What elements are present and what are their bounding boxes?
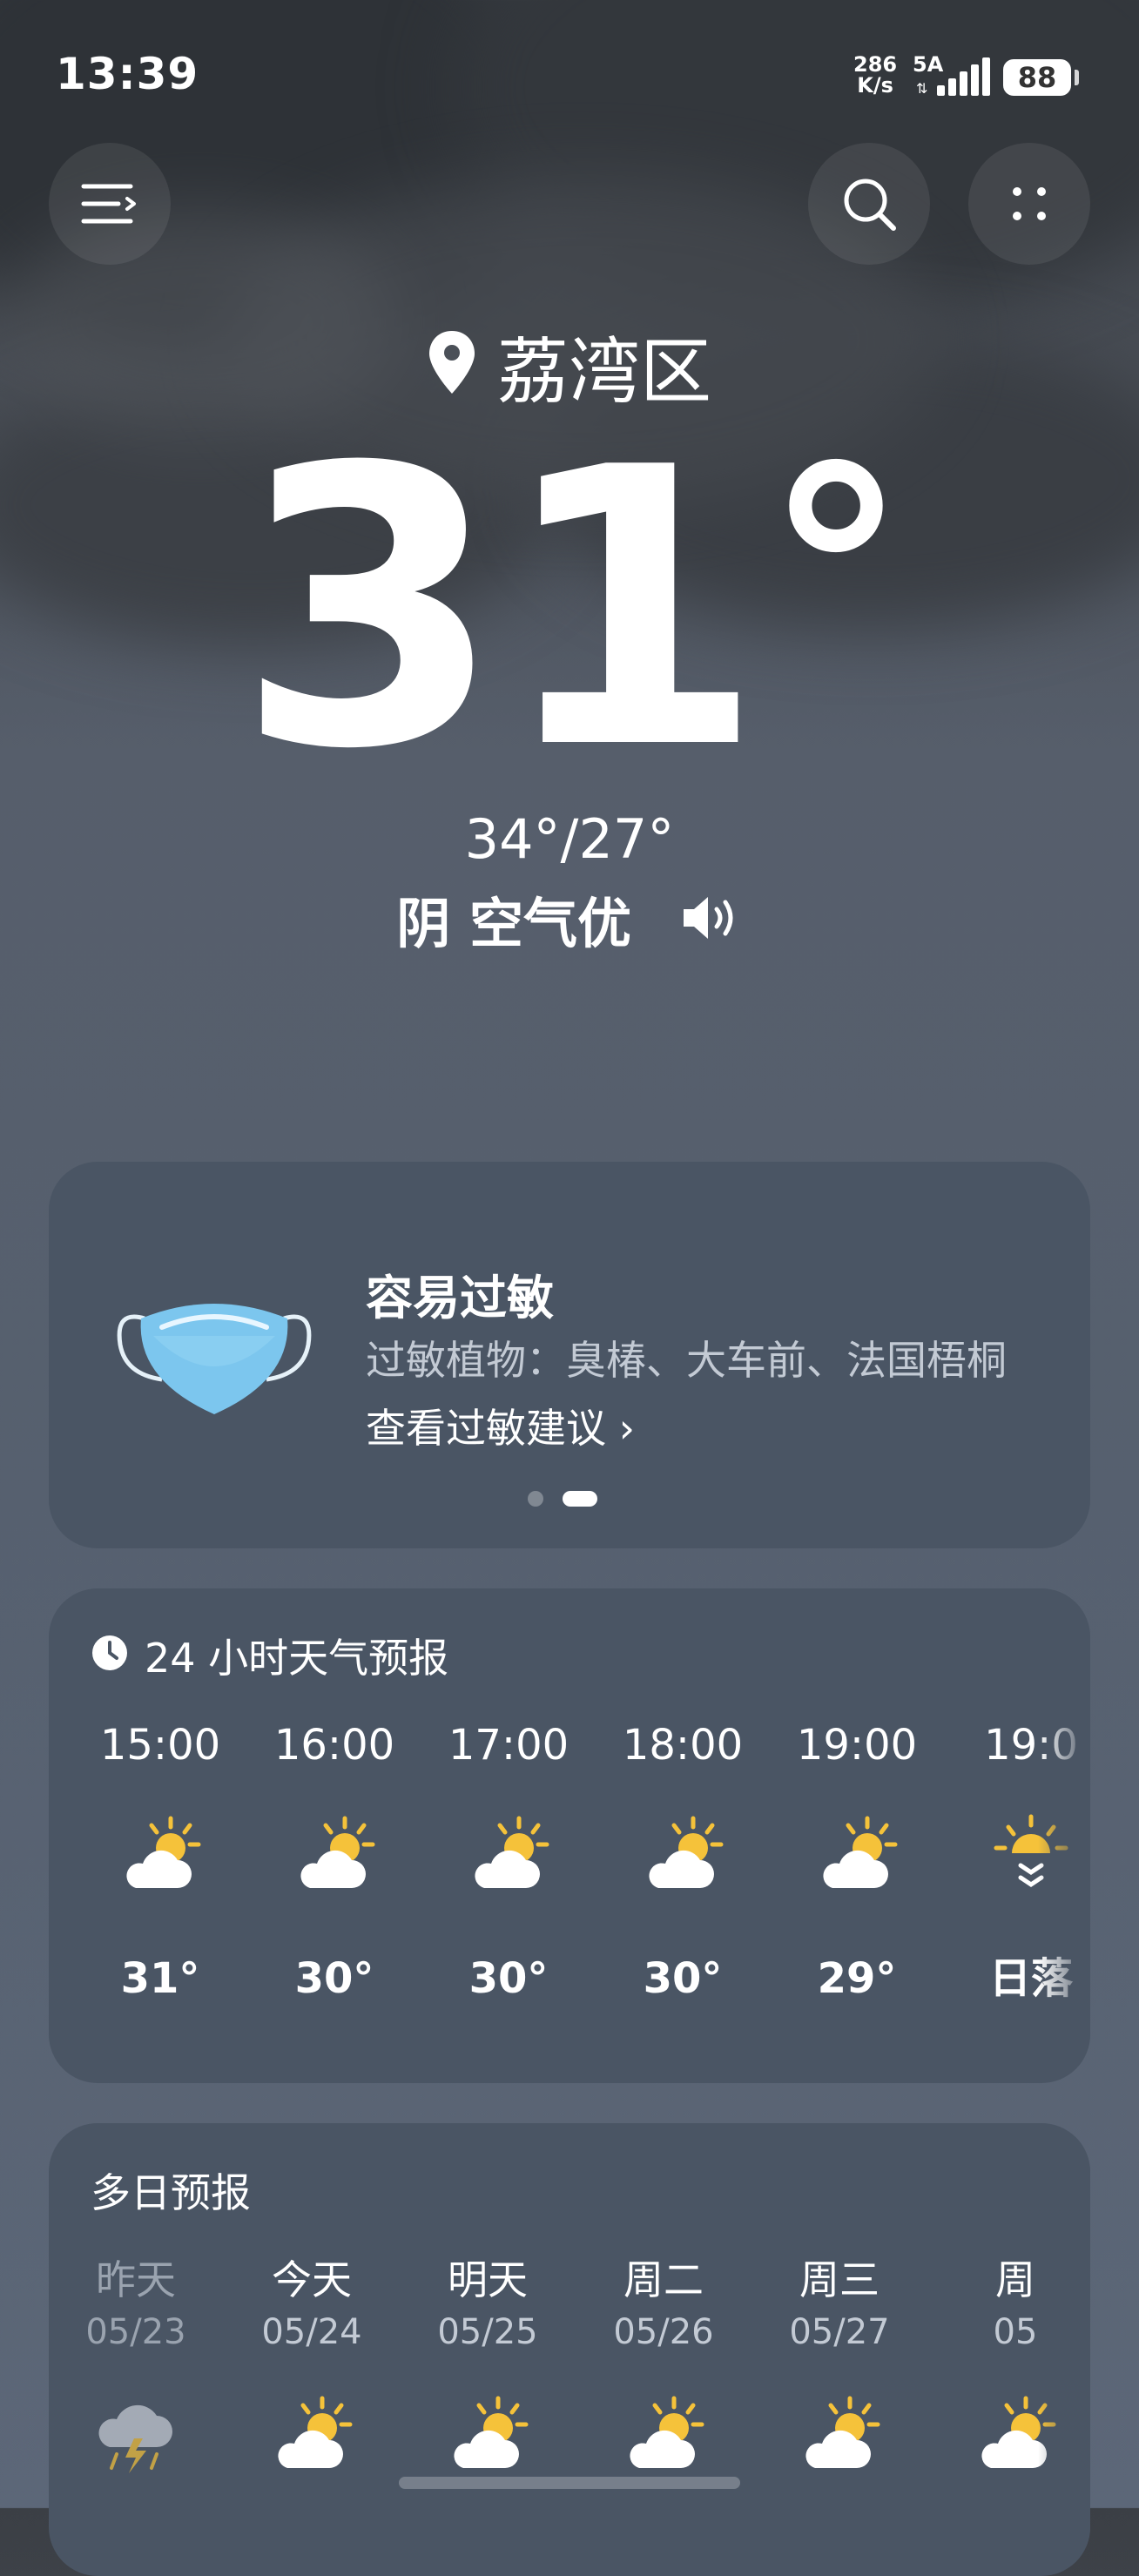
- menu-icon: [81, 184, 136, 224]
- weather-condition: 阴 空气优: [0, 885, 1139, 963]
- more-dots-icon: [1013, 187, 1046, 220]
- signal-strength-icon: [937, 57, 990, 96]
- battery-tip: [1075, 70, 1079, 85]
- hour-item[interactable]: 15:00 31°: [73, 1719, 247, 2005]
- day-name: 昨天: [96, 2256, 176, 2303]
- day-date: 05/24: [261, 2312, 362, 2352]
- data-activity-icon: ⇅: [916, 80, 928, 97]
- home-indicator[interactable]: [399, 2477, 740, 2489]
- partly-cloudy-day-icon: [596, 1813, 770, 1918]
- day-item[interactable]: 明天 05/25: [401, 2254, 575, 2491]
- day-item[interactable]: 今天 05/24: [225, 2254, 399, 2491]
- hourly-title-text: 24 小时天气预报: [145, 1635, 449, 1682]
- hour-item[interactable]: 18:00 30°: [596, 1719, 770, 2005]
- more-options-button[interactable]: [968, 143, 1090, 265]
- scroll-fade: [1038, 2123, 1090, 2576]
- temperature-value: 31: [236, 387, 764, 833]
- thunderstorm-icon: [49, 2395, 223, 2491]
- search-icon: [844, 179, 896, 231]
- day-date: 05/23: [85, 2312, 186, 2352]
- face-mask-icon: [110, 1284, 319, 1426]
- day-item[interactable]: 周二 05/26: [576, 2254, 751, 2491]
- daily-forecast-card[interactable]: 多日预报 昨天 05/23 今天 05/24 明天 05/25 周二 05/26…: [49, 2123, 1090, 2576]
- hour-time: 18:00: [622, 1721, 744, 1770]
- day-date: 05/27: [789, 2312, 890, 2352]
- day-item[interactable]: 昨天 05/23: [49, 2254, 223, 2491]
- hour-item[interactable]: 19:00 29°: [770, 1719, 944, 2005]
- allergy-title: 容易过敏: [366, 1271, 554, 1325]
- day-name: 明天: [448, 2256, 528, 2303]
- allergy-card[interactable]: 容易过敏 过敏植物：臭椿、大车前、法国梧桐 查看过敏建议 ›: [49, 1162, 1090, 1548]
- scroll-fade: [1038, 1588, 1090, 2083]
- hour-time: 16:00: [273, 1721, 395, 1770]
- partly-cloudy-day-icon: [752, 2395, 927, 2491]
- current-temperature: 31°: [0, 408, 1139, 801]
- hour-temperature: 30°: [294, 1954, 374, 2003]
- condition-text: 阴 空气优: [396, 892, 631, 955]
- pagination-dot-2[interactable]: [563, 1491, 597, 1507]
- hour-temperature: 31°: [120, 1954, 200, 2003]
- partly-cloudy-day-icon: [770, 1813, 944, 1918]
- network-speed: 286 K/s: [853, 54, 897, 96]
- day-name: 今天: [272, 2256, 352, 2303]
- hourly-forecast-card[interactable]: 24 小时天气预报 15:00 31° 16:00 30° 17:00 30° …: [49, 1588, 1090, 2083]
- pagination-dot-1[interactable]: [528, 1491, 543, 1507]
- allergy-description: 过敏植物：臭椿、大车前、法国梧桐: [366, 1337, 1007, 1384]
- hour-item[interactable]: 17:00 30°: [421, 1719, 596, 2005]
- menu-button[interactable]: [49, 143, 171, 265]
- temperature-range: 34°/27°: [464, 807, 675, 871]
- day-name: 周二: [623, 2256, 704, 2303]
- day-date: 05/25: [437, 2312, 538, 2352]
- day-item[interactable]: 周三 05/27: [752, 2254, 927, 2491]
- network-speed-value: 286: [853, 52, 898, 77]
- partly-cloudy-day-icon: [421, 1813, 596, 1918]
- hour-temperature: 30°: [643, 1954, 723, 2003]
- hour-item[interactable]: 16:00 30°: [247, 1719, 421, 2005]
- status-time: 13:39: [56, 49, 199, 99]
- hour-time: 17:00: [448, 1721, 570, 1770]
- speaker-icon[interactable]: [680, 885, 743, 963]
- battery-icon: 88: [1003, 59, 1071, 96]
- daily-forecast-title: 多日预报: [91, 2169, 251, 2216]
- status-bar: 13:39 286 K/s 5A ⇅ 88: [0, 0, 1139, 157]
- partly-cloudy-day-icon: [225, 2395, 399, 2491]
- allergy-advice-link[interactable]: 查看过敏建议 ›: [366, 1397, 635, 1454]
- partly-cloudy-day-icon: [73, 1813, 247, 1918]
- hour-time: 15:00: [99, 1721, 221, 1770]
- hour-temperature: 30°: [468, 1954, 549, 2003]
- hour-temperature: 29°: [817, 1954, 897, 2003]
- hour-time: 19:00: [796, 1721, 918, 1770]
- clock-icon: [91, 1632, 129, 1684]
- search-button[interactable]: [808, 143, 930, 265]
- network-speed-unit: K/s: [857, 73, 893, 98]
- day-name: 周三: [799, 2256, 880, 2303]
- hourly-forecast-title: 24 小时天气预报: [91, 1632, 448, 1684]
- partly-cloudy-day-icon: [247, 1813, 421, 1918]
- day-date: 05/26: [613, 2312, 714, 2352]
- degree-symbol: °: [764, 408, 908, 742]
